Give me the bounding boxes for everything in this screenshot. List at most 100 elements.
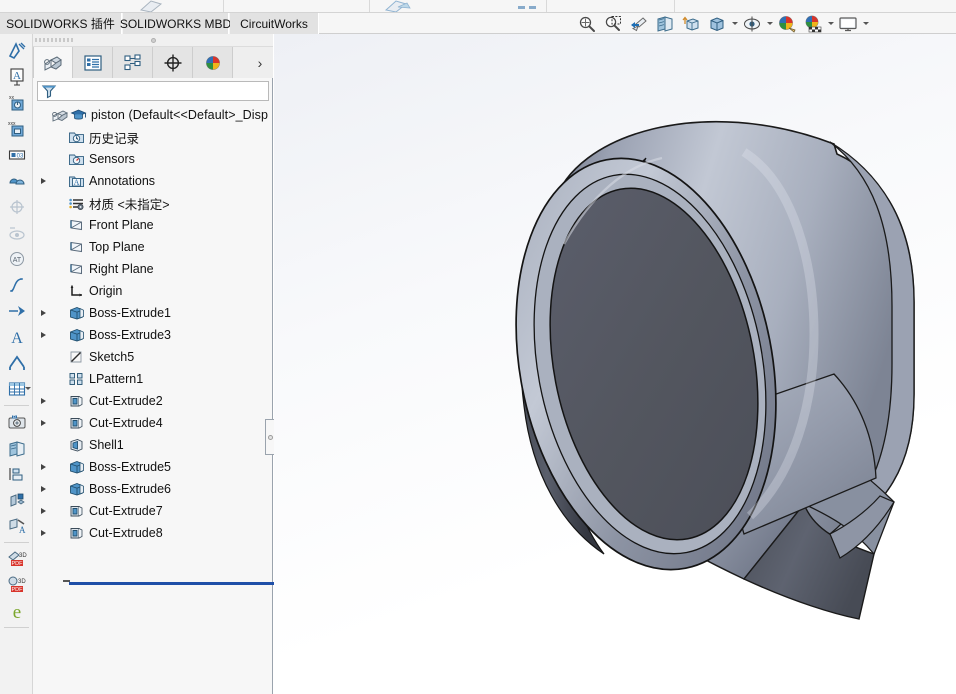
tree-item-front-plane[interactable]: Front Plane xyxy=(37,214,273,236)
hide-show-items-icon[interactable] xyxy=(739,13,765,34)
expand-arrow[interactable] xyxy=(37,170,50,192)
expand-arrow[interactable] xyxy=(37,346,50,368)
table-caret-icon[interactable] xyxy=(25,387,31,390)
datum-target-icon[interactable] xyxy=(0,194,33,220)
configuration-manager-tab[interactable] xyxy=(113,47,153,78)
more-tabs-button[interactable]: › xyxy=(247,47,273,78)
tree-item-cut-extrude4[interactable]: Cut-Extrude4 xyxy=(37,412,273,434)
rollback-bar[interactable] xyxy=(69,582,303,585)
publish-3dpdf-icon[interactable]: 3D PDF xyxy=(0,546,33,572)
graphics-area[interactable] xyxy=(274,34,956,694)
tree-item-boss-extrude5[interactable]: Boss-Extrude5 xyxy=(37,456,273,478)
view-orientation-icon[interactable] xyxy=(678,13,704,34)
note-icon[interactable]: A xyxy=(0,64,33,90)
ribbon-tab-addins[interactable]: SOLIDWORKS 插件 xyxy=(0,13,122,34)
piston-model[interactable] xyxy=(274,34,956,694)
tree-filter-input[interactable] xyxy=(37,81,269,101)
expand-arrow[interactable] xyxy=(37,192,50,214)
tree-item-boss-extrude6[interactable]: Boss-Extrude6 xyxy=(37,478,273,500)
block-icon[interactable]: A xyxy=(0,324,33,350)
tree-item-sensors[interactable]: Sensors xyxy=(37,148,273,170)
expand-arrow[interactable] xyxy=(37,126,50,148)
center-mark-icon[interactable] xyxy=(0,272,33,298)
table-icon[interactable] xyxy=(0,376,33,402)
smart-dimension-icon[interactable] xyxy=(0,38,33,64)
area-hatch-icon[interactable]: AT xyxy=(0,246,33,272)
3d-pmi-compare-icon[interactable] xyxy=(0,487,33,513)
weld-symbol-icon[interactable]: xxx xyxy=(0,116,33,142)
expand-arrow[interactable] xyxy=(37,104,50,126)
panel-grip[interactable] xyxy=(33,34,273,47)
ribbon-tab-circuitworks[interactable]: CircuitWorks xyxy=(230,13,319,34)
tree-item-annotations[interactable]: A Annotations xyxy=(37,170,273,192)
expand-arrow[interactable] xyxy=(37,280,50,302)
expand-arrow[interactable] xyxy=(37,324,50,346)
revision-symbol-icon[interactable] xyxy=(0,220,33,246)
svg-text:PDF: PDF xyxy=(11,561,23,567)
zoom-to-fit-icon[interactable] xyxy=(574,13,600,34)
surface-finish-icon[interactable]: xx xyxy=(0,90,33,116)
annotations-folder-icon: A xyxy=(67,170,86,192)
tree-item-top-plane[interactable]: Top Plane xyxy=(37,236,273,258)
section-view-left-icon[interactable] xyxy=(0,435,33,461)
tree-item-boss-extrude1[interactable]: Boss-Extrude1 xyxy=(37,302,273,324)
hole-callout-icon[interactable]: 03 xyxy=(0,142,33,168)
tree-item-label: Sketch5 xyxy=(89,350,135,364)
apply-scene-icon[interactable] xyxy=(800,13,826,34)
hide-show-items-caret-icon[interactable] xyxy=(765,13,774,34)
tree-item-sketch5[interactable]: Sketch5 xyxy=(37,346,273,368)
svg-text:AT: AT xyxy=(12,257,21,264)
display-manager-tab[interactable] xyxy=(193,47,233,78)
expand-arrow[interactable] xyxy=(37,456,50,478)
expand-arrow[interactable] xyxy=(37,522,50,544)
display-style-caret-icon[interactable] xyxy=(730,13,739,34)
ribbon-tab-mbd[interactable]: SOLIDWORKS MBD xyxy=(120,13,231,34)
panel-grip-dashes xyxy=(35,38,75,42)
ribbon-ghost-icon-2 xyxy=(384,0,411,12)
tree-item-origin[interactable]: Origin xyxy=(37,280,273,302)
feature-manager-tab[interactable] xyxy=(33,47,73,78)
expand-arrow[interactable] xyxy=(37,236,50,258)
cut-extrude-icon xyxy=(67,412,86,434)
expand-arrow[interactable] xyxy=(37,390,50,412)
tree-item-cut-extrude7[interactable]: Cut-Extrude7 xyxy=(37,500,273,522)
tree-item-lpattern1[interactable]: LPattern1 xyxy=(37,368,273,390)
tree-item-shell1[interactable]: Shell1 xyxy=(37,434,273,456)
expand-arrow[interactable] xyxy=(37,258,50,280)
expand-arrow[interactable] xyxy=(37,412,50,434)
zoom-to-area-icon[interactable] xyxy=(600,13,626,34)
expand-arrow[interactable] xyxy=(37,214,50,236)
viewport-icon[interactable] xyxy=(835,13,861,34)
capture-3d-view-icon[interactable]: D xyxy=(0,409,33,435)
tree-item-boss-extrude3[interactable]: Boss-Extrude3 xyxy=(37,324,273,346)
dimxpert-icon[interactable] xyxy=(0,461,33,487)
display-style-icon[interactable] xyxy=(704,13,730,34)
balloon-icon[interactable] xyxy=(0,168,33,194)
expand-arrow[interactable] xyxy=(37,478,50,500)
tree-item-history[interactable]: 历史记录 xyxy=(37,126,273,148)
publish-edrawings-3dpdf-icon[interactable]: 3D PDF xyxy=(0,572,33,598)
apply-scene-caret-icon[interactable] xyxy=(826,13,835,34)
tree-item-cut-extrude8[interactable]: Cut-Extrude8 xyxy=(37,522,273,544)
svg-text:D: D xyxy=(13,414,16,419)
previous-view-icon[interactable] xyxy=(626,13,652,34)
expand-arrow[interactable] xyxy=(37,368,50,390)
expand-arrow[interactable] xyxy=(37,434,50,456)
dimxpert-manager-tab[interactable] xyxy=(153,47,193,78)
tree-item-material[interactable]: 材质 <未指定> xyxy=(37,192,273,214)
expand-arrow[interactable] xyxy=(37,500,50,522)
expand-arrow[interactable] xyxy=(37,302,50,324)
tree-item-label: Boss-Extrude6 xyxy=(89,482,171,496)
viewport-caret-icon[interactable] xyxy=(861,13,870,34)
tree-item-piston[interactable]: piston (Default<<Default>_Disp xyxy=(37,104,273,126)
publish-template-icon[interactable]: A xyxy=(0,513,33,539)
expand-arrow[interactable] xyxy=(37,148,50,170)
tree-item-right-plane[interactable]: Right Plane xyxy=(37,258,273,280)
property-manager-tab[interactable] xyxy=(73,47,113,78)
centerline-icon[interactable] xyxy=(0,298,33,324)
section-view-icon[interactable] xyxy=(652,13,678,34)
magnetic-line-icon[interactable] xyxy=(0,350,33,376)
edrawings-icon[interactable]: e xyxy=(0,598,33,624)
edit-appearance-icon[interactable] xyxy=(774,13,800,34)
tree-item-cut-extrude2[interactable]: Cut-Extrude2 xyxy=(37,390,273,412)
